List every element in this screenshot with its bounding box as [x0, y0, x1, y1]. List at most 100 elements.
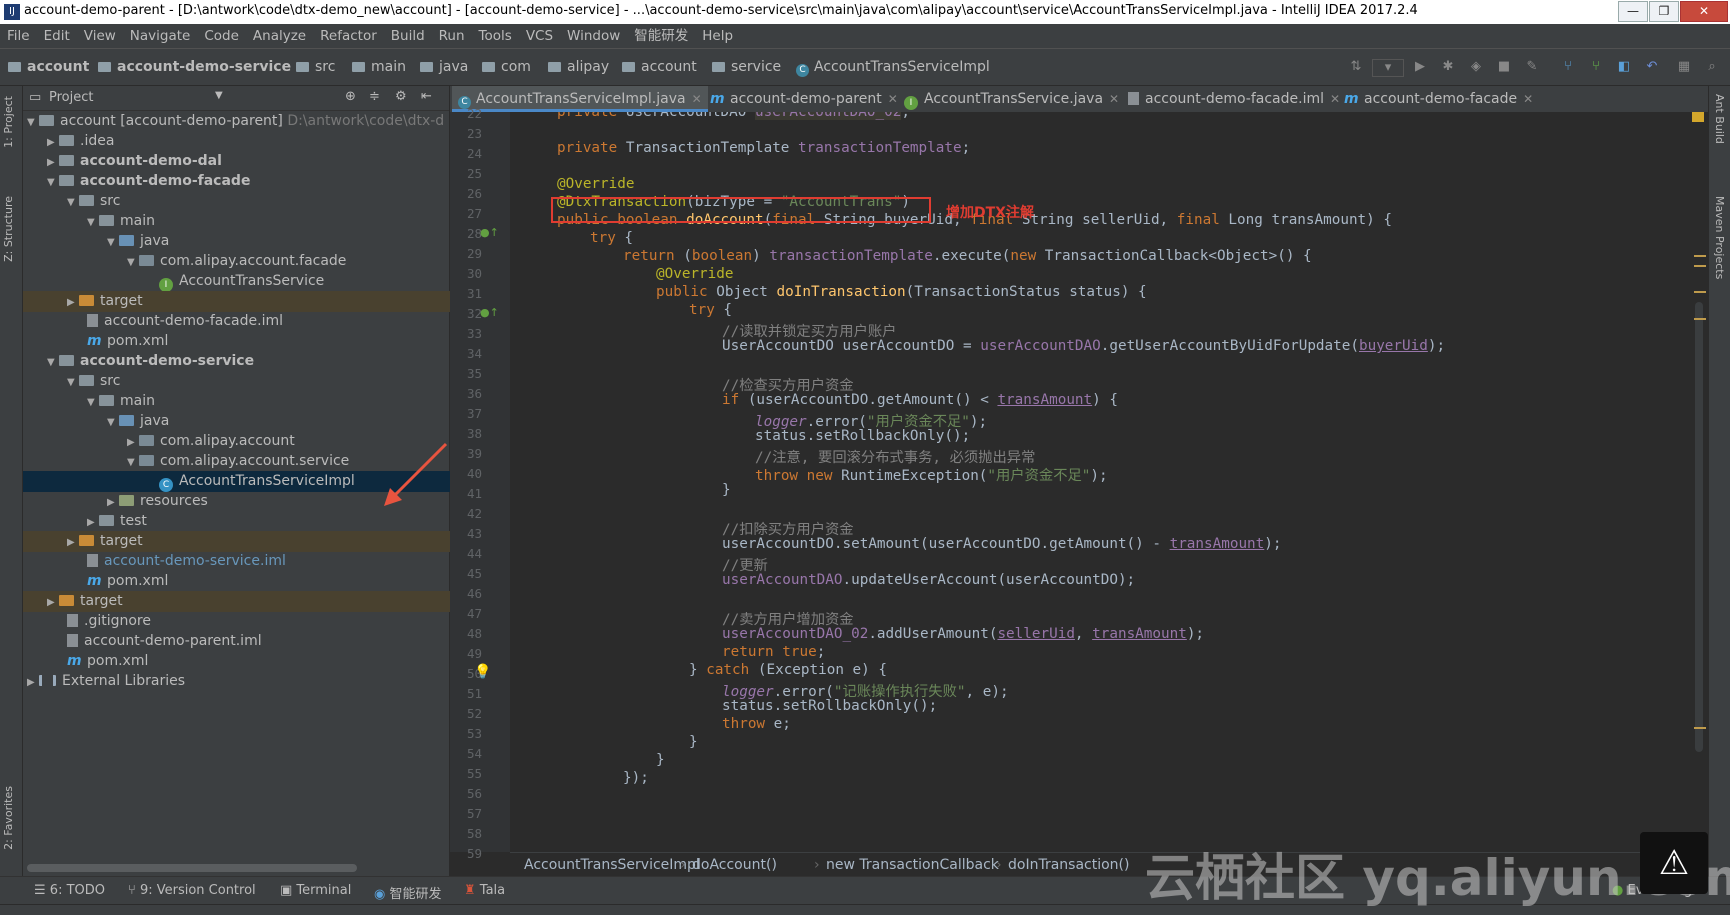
tab-todo[interactable]: ☰ 6: TODO — [34, 883, 105, 898]
tab-zhineng[interactable]: ◉ 智能研发 — [374, 883, 442, 902]
close-tab-icon[interactable]: ✕ — [692, 92, 702, 106]
vertical-scrollbar[interactable] — [1695, 302, 1703, 752]
tab-version-control[interactable]: ⑂ 9: Version Control — [128, 883, 256, 898]
error-stripe-marker[interactable] — [1694, 291, 1706, 293]
menu-zhineng[interactable]: 智能研发 — [627, 24, 695, 48]
error-stripe-marker[interactable] — [1694, 265, 1706, 267]
menu-edit[interactable]: Edit — [37, 24, 77, 48]
search-icon[interactable]: ⌕ — [1704, 59, 1720, 75]
breadcrumb-callback[interactable]: new TransactionCallback — [826, 857, 999, 873]
project-structure-icon[interactable]: ▦ — [1676, 59, 1692, 75]
vcs-revert-icon[interactable]: ↶ — [1644, 59, 1660, 75]
stop-icon[interactable]: ■ — [1496, 59, 1512, 75]
nav-crumb-main[interactable]: main — [352, 59, 406, 75]
tree-item-service-src[interactable]: ▼ src — [23, 371, 493, 392]
tree-item-service-iml[interactable]: account-demo-service.iml — [23, 551, 513, 572]
build-icon[interactable]: ✎ — [1524, 59, 1540, 75]
tree-item-test[interactable]: ▶ test — [23, 511, 513, 532]
warning-indicator-icon[interactable] — [1692, 112, 1704, 122]
error-stripe-marker[interactable] — [1694, 318, 1706, 320]
tree-item-facade-pom[interactable]: m pom.xml — [23, 331, 513, 352]
coverage-icon[interactable]: ◈ — [1468, 59, 1484, 75]
nav-crumb-class[interactable]: C AccountTransServiceImpl — [796, 59, 990, 77]
tree-item-dal[interactable]: ▶ account-demo-dal — [23, 151, 473, 172]
vcs-update-icon[interactable]: ⑂ — [1560, 59, 1576, 75]
breadcrumb-method[interactable]: doAccount() — [692, 857, 777, 873]
tree-item-service-pom[interactable]: m pom.xml — [23, 571, 513, 592]
tab-facade-iml[interactable]: account-demo-facade.iml ✕ — [1122, 86, 1346, 112]
tree-item-facade-src[interactable]: ▼ src — [23, 191, 493, 212]
tab-account-demo-facade[interactable]: m account-demo-facade ✕ — [1338, 86, 1539, 112]
tree-item-idea[interactable]: ▶ .idea — [23, 131, 473, 152]
tree-item-root-target[interactable]: ▶ target — [23, 591, 473, 612]
menu-build[interactable]: Build — [384, 24, 432, 48]
hide-icon[interactable]: ⇤ — [421, 89, 432, 104]
nav-crumb-service-pkg[interactable]: service — [712, 59, 781, 75]
collapse-icon[interactable]: ≑ — [369, 89, 380, 104]
menu-tools[interactable]: Tools — [472, 24, 519, 48]
tree-item-service-target[interactable]: ▶ target — [23, 531, 493, 552]
tree-item-service[interactable]: ▼ account-demo-service — [23, 351, 473, 372]
maximize-button[interactable]: ❐ — [1649, 1, 1679, 22]
tree-item-service-main[interactable]: ▼ main — [23, 391, 513, 412]
close-tab-icon[interactable]: ✕ — [888, 92, 898, 106]
implements-icon[interactable]: ●↑ — [480, 306, 499, 319]
tab-maven-projects[interactable]: Maven Projects — [1713, 196, 1726, 279]
breadcrumb-class[interactable]: AccountTransServiceImpl — [524, 857, 700, 873]
menu-help[interactable]: Help — [695, 24, 740, 48]
tree-item-parent-iml[interactable]: account-demo-parent.iml — [23, 631, 493, 652]
tab-terminal[interactable]: ▣ Terminal — [280, 883, 351, 898]
menu-view[interactable]: View — [77, 24, 123, 48]
vcs-compare-icon[interactable]: ◧ — [1616, 59, 1632, 75]
error-stripe-marker[interactable] — [1694, 727, 1706, 729]
debug-icon[interactable]: ✱ — [1440, 59, 1456, 75]
menu-file[interactable]: File — [0, 24, 37, 48]
tab-accounttransservice[interactable]: I AccountTransService.java ✕ — [898, 86, 1125, 112]
menu-refactor[interactable]: Refactor — [313, 24, 384, 48]
tab-project[interactable]: 1: Project — [2, 96, 15, 148]
horizontal-scrollbar[interactable] — [27, 864, 357, 872]
tab-tala[interactable]: ♜ Tala — [464, 883, 505, 898]
tree-item-external-libraries[interactable]: ▶ External Libraries — [23, 671, 453, 692]
tree-item-root-pom[interactable]: m pom.xml — [23, 651, 493, 672]
close-tab-icon[interactable]: ✕ — [1109, 92, 1119, 106]
nav-crumb-account[interactable]: account — [8, 59, 89, 75]
chevron-down-icon[interactable]: ▼ — [215, 90, 223, 101]
tree-item-facade-main[interactable]: ▼ main — [23, 211, 513, 232]
sort-icon[interactable]: ⇅ — [1348, 59, 1364, 75]
tab-favorites[interactable]: 2: Favorites — [2, 786, 15, 850]
minimize-button[interactable]: — — [1618, 1, 1648, 22]
run-config-dropdown[interactable]: ▾ — [1372, 59, 1404, 77]
tab-account-demo-parent[interactable]: m account-demo-parent ✕ — [704, 86, 904, 112]
nav-crumb-com[interactable]: com — [482, 59, 531, 75]
breadcrumb-inner-method[interactable]: doInTransaction() — [1008, 857, 1129, 873]
tree-item-facade-target[interactable]: ▶ target — [23, 291, 493, 312]
tree-item-gitignore[interactable]: .gitignore — [23, 611, 493, 632]
implements-icon[interactable]: ●↑ — [480, 226, 499, 239]
menu-vcs[interactable]: VCS — [519, 24, 560, 48]
nav-crumb-java[interactable]: java — [420, 59, 468, 75]
close-tab-icon[interactable]: ✕ — [1523, 92, 1533, 106]
menu-window[interactable]: Window — [560, 24, 627, 48]
locate-icon[interactable]: ⊕ — [345, 89, 356, 104]
error-stripe-marker[interactable] — [1694, 255, 1706, 257]
close-button[interactable]: ✕ — [1680, 1, 1728, 22]
tree-item-facade[interactable]: ▼ account-demo-facade — [23, 171, 473, 192]
nav-crumb-account-pkg[interactable]: account — [622, 59, 697, 75]
tree-item-facade-iml[interactable]: account-demo-facade.iml — [23, 311, 513, 332]
nav-crumb-alipay[interactable]: alipay — [548, 59, 609, 75]
nav-crumb-src[interactable]: src — [296, 59, 335, 75]
menu-navigate[interactable]: Navigate — [123, 24, 198, 48]
menu-analyze[interactable]: Analyze — [246, 24, 313, 48]
tab-structure[interactable]: Z: Structure — [2, 196, 15, 262]
vcs-commit-icon[interactable]: ⑂ — [1588, 59, 1604, 75]
menu-run[interactable]: Run — [432, 24, 472, 48]
lightbulb-icon[interactable]: 💡 — [474, 664, 491, 680]
run-icon[interactable]: ▶ — [1412, 59, 1428, 75]
menu-code[interactable]: Code — [197, 24, 246, 48]
tab-accounttransserviceimpl[interactable]: C AccountTransServiceImpl.java ✕ — [452, 86, 708, 112]
tree-item-account-root[interactable]: ▼ account [account-demo-parent] D:\antwor… — [23, 111, 453, 132]
nav-crumb-service[interactable]: account-demo-service — [98, 59, 291, 75]
tab-ant-build[interactable]: Ant Build — [1713, 94, 1726, 144]
gear-icon[interactable]: ⚙ — [395, 89, 407, 104]
